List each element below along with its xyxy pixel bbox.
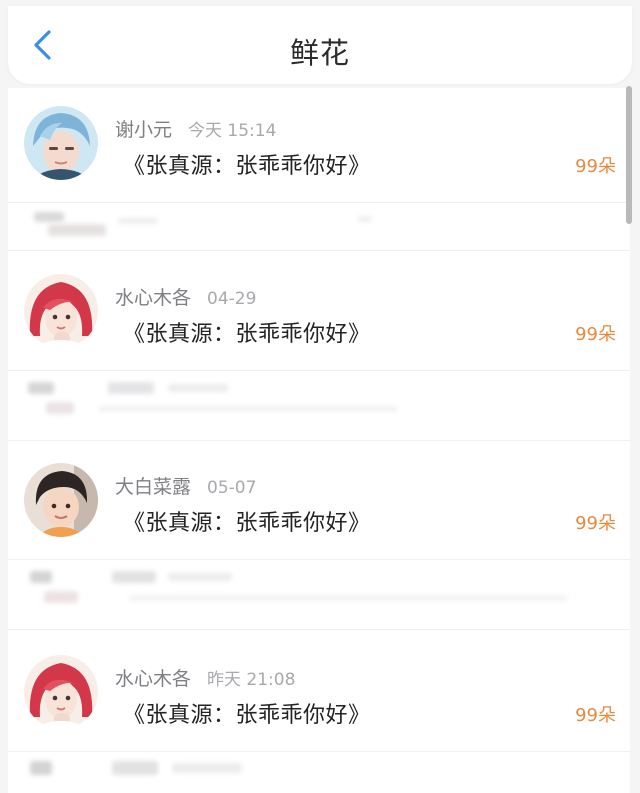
blurred-content <box>112 571 156 583</box>
work-title[interactable]: 《张真源：张乖乖你好》 <box>123 697 371 729</box>
gift-list[interactable]: 谢小元 今天 15:14 《张真源：张乖乖你好》 99朵 水心木各 04-29 … <box>8 88 630 793</box>
user-name[interactable]: 水心木各 <box>115 664 191 691</box>
gift-meta: 大白菜露 05-07 <box>115 472 256 498</box>
divider <box>8 440 630 441</box>
blurred-content <box>34 212 64 222</box>
blurred-content <box>108 382 154 394</box>
avatar-dark-hair <box>24 463 98 537</box>
blurred-content <box>30 761 52 775</box>
divider <box>8 559 630 560</box>
divider <box>8 629 630 630</box>
navigation-bar: 鲜花 <box>8 6 632 84</box>
user-avatar[interactable] <box>24 274 98 348</box>
flower-count: 99朵 <box>575 324 616 345</box>
blurred-content <box>118 218 158 224</box>
user-name[interactable]: 谢小元 <box>115 115 172 142</box>
divider <box>8 250 630 251</box>
blurred-content <box>28 382 54 394</box>
gift-time: 昨天 21:08 <box>207 670 296 690</box>
blurred-content <box>168 573 232 581</box>
gift-item[interactable]: 大白菜露 05-07 《张真源：张乖乖你好》 99朵 <box>8 445 630 635</box>
gift-item[interactable]: 水心木各 04-29 《张真源：张乖乖你好》 99朵 <box>8 256 630 446</box>
user-name[interactable]: 水心木各 <box>115 283 191 310</box>
work-title[interactable]: 《张真源：张乖乖你好》 <box>123 148 371 180</box>
gift-time: 今天 15:14 <box>188 121 277 141</box>
flower-count: 99朵 <box>575 513 616 534</box>
blurred-content <box>172 763 242 773</box>
user-avatar[interactable] <box>24 463 98 537</box>
gift-time: 05-07 <box>207 478 257 498</box>
divider <box>8 202 630 203</box>
divider <box>8 751 630 752</box>
divider <box>8 370 630 371</box>
avatar-red-hair <box>24 655 98 729</box>
blurred-content <box>48 224 106 236</box>
flowers-screen: 鲜花 谢小元 今天 15:14 《张真源：张乖乖你好》 99朵 水心木各 04-… <box>0 0 640 793</box>
page-title: 鲜花 <box>289 36 350 70</box>
blurred-content <box>358 216 372 222</box>
user-avatar[interactable] <box>24 655 98 729</box>
work-title[interactable]: 《张真源：张乖乖你好》 <box>123 316 371 348</box>
blurred-content <box>30 571 52 583</box>
gift-meta: 谢小元 今天 15:14 <box>115 115 276 141</box>
gift-meta: 水心木各 昨天 21:08 <box>115 664 295 690</box>
gift-time: 04-29 <box>207 289 257 309</box>
user-name[interactable]: 大白菜露 <box>115 472 191 499</box>
avatar-red-hair <box>24 274 98 348</box>
work-title[interactable]: 《张真源：张乖乖你好》 <box>123 505 371 537</box>
blurred-content <box>128 595 568 601</box>
user-avatar[interactable] <box>24 106 98 180</box>
blurred-content <box>168 384 228 392</box>
avatar-blue-hair <box>24 106 98 180</box>
blurred-content <box>98 406 398 412</box>
flower-count: 99朵 <box>575 705 616 726</box>
gift-item[interactable]: 谢小元 今天 15:14 《张真源：张乖乖你好》 99朵 <box>8 88 630 278</box>
flower-count: 99朵 <box>575 156 616 177</box>
blurred-content <box>46 402 74 414</box>
scrollbar[interactable] <box>626 86 632 224</box>
blurred-content <box>112 761 158 775</box>
gift-meta: 水心木各 04-29 <box>115 283 256 309</box>
blurred-content <box>44 591 78 603</box>
gift-item[interactable]: 水心木各 昨天 21:08 《张真源：张乖乖你好》 99朵 <box>8 637 630 793</box>
